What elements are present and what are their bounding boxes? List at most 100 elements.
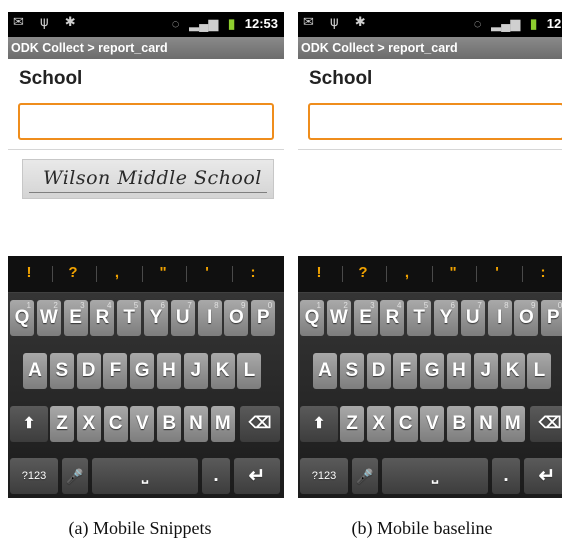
key-y[interactable]: Y6 [144, 300, 168, 336]
key-j[interactable]: J [473, 353, 498, 389]
key-f[interactable]: F [393, 353, 418, 389]
mic-key[interactable]: 🎤 [62, 458, 88, 494]
suggestion-separator [142, 266, 143, 282]
key-u[interactable]: U7 [460, 300, 485, 336]
symbols-key[interactable]: ?123 [10, 458, 58, 494]
school-input[interactable] [308, 103, 562, 140]
key-d[interactable]: D [76, 353, 101, 389]
key-hint: 3 [80, 301, 85, 310]
key-m[interactable]: M [210, 406, 235, 442]
key-b[interactable]: B [157, 406, 182, 442]
suggestion-item[interactable]: ? [60, 264, 86, 281]
key-o[interactable]: O9 [514, 300, 539, 336]
school-input[interactable] [18, 103, 274, 140]
key-e[interactable]: E3 [353, 300, 378, 336]
suggestion-item[interactable]: " [150, 264, 176, 281]
key-h[interactable]: H [157, 353, 181, 389]
key-q[interactable]: Q1 [10, 300, 34, 336]
enter-key[interactable]: ↵ [234, 458, 280, 494]
enter-key[interactable]: ↵ [524, 458, 562, 494]
key-k[interactable]: K [210, 353, 235, 389]
suggestion-item[interactable]: , [104, 264, 130, 281]
suggestion-item[interactable]: ' [194, 264, 220, 281]
period-key[interactable]: . [202, 458, 230, 494]
sync-icon: ◌ [473, 16, 482, 31]
key-p[interactable]: P0 [251, 300, 276, 336]
suggestion-item[interactable]: ! [16, 264, 42, 281]
key-p[interactable]: P0 [541, 300, 562, 336]
key-l[interactable]: L [527, 353, 552, 389]
key-k[interactable]: K [500, 353, 525, 389]
key-r[interactable]: R4 [90, 300, 115, 336]
handwriting-snippet[interactable]: Wilson Middle School [22, 159, 274, 199]
key-hint: 2 [53, 301, 58, 310]
question-label: School [309, 68, 373, 89]
space-key[interactable]: ⎵ [92, 458, 198, 494]
key-hint: 7 [187, 301, 192, 310]
suggestion-item[interactable]: : [240, 264, 266, 281]
key-o[interactable]: O9 [224, 300, 249, 336]
key-g[interactable]: G [420, 353, 445, 389]
key-z[interactable]: Z [340, 406, 364, 442]
suggestion-separator [342, 266, 343, 282]
key-s[interactable]: S [339, 353, 364, 389]
key-c[interactable]: C [393, 406, 418, 442]
key-v[interactable]: V [130, 406, 155, 442]
key-y[interactable]: Y6 [434, 300, 458, 336]
key-m[interactable]: M [500, 406, 525, 442]
key-t[interactable]: T5 [117, 300, 142, 336]
key-a[interactable]: A [23, 353, 47, 389]
suggestion-separator [52, 266, 53, 282]
suggestion-item[interactable]: ! [306, 264, 332, 281]
snippet-underline [29, 192, 267, 193]
key-h[interactable]: H [447, 353, 471, 389]
suggestion-separator [232, 266, 233, 282]
key-b[interactable]: B [447, 406, 472, 442]
key-hint: 8 [504, 301, 509, 310]
mic-key[interactable]: 🎤 [352, 458, 378, 494]
status-bar: ✉ ψ ✱ ◌ ▂▄▆ ▮ 12:53 [8, 12, 284, 37]
shift-key[interactable]: ⬆ [300, 406, 338, 442]
suggestion-item[interactable]: " [440, 264, 466, 281]
key-r[interactable]: R4 [380, 300, 405, 336]
key-s[interactable]: S [49, 353, 74, 389]
key-x[interactable]: X [366, 406, 391, 442]
key-g[interactable]: G [130, 353, 155, 389]
key-d[interactable]: D [366, 353, 391, 389]
title-bar: ODK Collect > report_card [298, 37, 562, 59]
key-v[interactable]: V [420, 406, 445, 442]
screen-mobile-snippets: ✉ ψ ✱ ◌ ▂▄▆ ▮ 12:53 ODK Collect > report… [8, 12, 284, 498]
key-j[interactable]: J [183, 353, 208, 389]
key-n[interactable]: N [184, 406, 208, 442]
key-i[interactable]: I8 [197, 300, 222, 336]
battery-icon: ▮ [227, 16, 236, 31]
caption-b: (b) Mobile baseline [351, 518, 493, 538]
key-hint: 1 [316, 301, 321, 310]
clock: 12:53 [546, 16, 562, 31]
key-q[interactable]: Q1 [300, 300, 324, 336]
key-i[interactable]: I8 [487, 300, 512, 336]
suggestion-item[interactable]: : [530, 264, 556, 281]
suggestion-item[interactable]: ' [484, 264, 510, 281]
key-e[interactable]: E3 [63, 300, 88, 336]
key-w[interactable]: W2 [36, 300, 61, 336]
key-z[interactable]: Z [50, 406, 74, 442]
key-w[interactable]: W2 [326, 300, 351, 336]
key-u[interactable]: U7 [170, 300, 195, 336]
key-f[interactable]: F [103, 353, 128, 389]
symbols-key[interactable]: ?123 [300, 458, 348, 494]
key-n[interactable]: N [474, 406, 498, 442]
period-key[interactable]: . [492, 458, 520, 494]
suggestion-item[interactable]: , [394, 264, 420, 281]
key-t[interactable]: T5 [407, 300, 432, 336]
key-x[interactable]: X [76, 406, 101, 442]
key-a[interactable]: A [313, 353, 337, 389]
suggestion-item[interactable]: ? [350, 264, 376, 281]
key-hint: 0 [267, 301, 273, 310]
space-key[interactable]: ⎵ [382, 458, 488, 494]
key-l[interactable]: L [237, 353, 262, 389]
backspace-key[interactable]: ⌫ [240, 406, 280, 442]
key-c[interactable]: C [103, 406, 128, 442]
shift-key[interactable]: ⬆ [10, 406, 48, 442]
backspace-key[interactable]: ⌫ [530, 406, 562, 442]
